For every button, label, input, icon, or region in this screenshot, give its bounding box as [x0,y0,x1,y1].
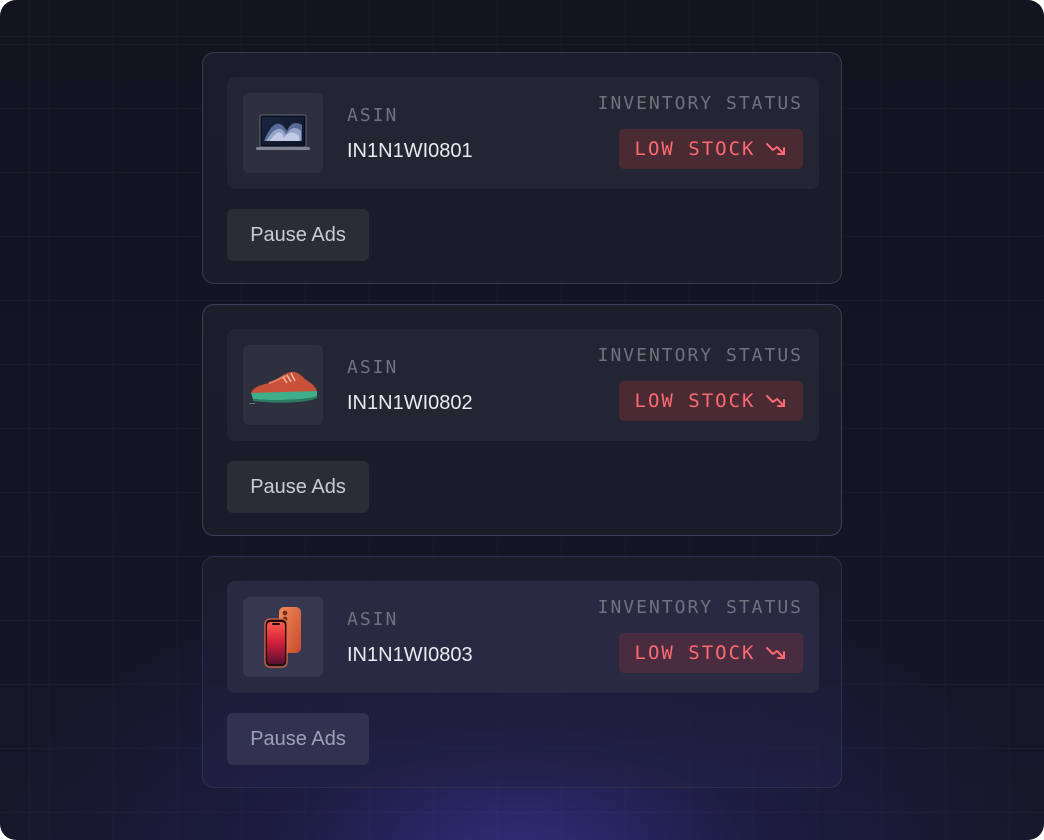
asin-label: ASIN [347,609,399,630]
app-frame: ASIN IN1N1WI0801 INVENTORY STATUS LOW ST… [0,0,1044,840]
laptop-icon [256,114,310,150]
product-info-panel: ASIN IN1N1WI0803 INVENTORY STATUS LOW ST… [227,581,819,693]
product-info-panel: ASIN IN1N1WI0801 INVENTORY STATUS LOW ST… [227,77,819,189]
status-text: LOW STOCK [634,390,756,412]
product-info-panel: ASIN IN1N1WI0802 INVENTORY STATUS LOW ST… [227,329,819,441]
inventory-status-label: INVENTORY STATUS [597,597,803,618]
inventory-status-label: INVENTORY STATUS [597,345,803,366]
asin-label: ASIN [347,105,399,126]
asin-value: IN1N1WI0801 [347,140,473,162]
pause-ads-button[interactable]: Pause Ads [227,713,369,765]
trending-down-icon [766,395,786,407]
trending-down-icon [766,143,786,155]
asin-value: IN1N1WI0803 [347,644,473,666]
low-stock-badge: LOW STOCK [619,129,803,169]
asin-label: ASIN [347,357,399,378]
product-card: ASIN IN1N1WI0803 INVENTORY STATUS LOW ST… [202,556,842,788]
smartphone-icon [264,607,301,668]
product-thumbnail [243,597,323,677]
trending-down-icon [766,647,786,659]
asin-value: IN1N1WI0802 [347,392,473,414]
product-thumbnail [243,345,323,425]
low-stock-badge: LOW STOCK [619,381,803,421]
status-text: LOW STOCK [634,642,756,664]
sneaker-icon [249,371,317,404]
product-card: ASIN IN1N1WI0802 INVENTORY STATUS LOW ST… [202,304,842,536]
product-card: ASIN IN1N1WI0801 INVENTORY STATUS LOW ST… [202,52,842,284]
low-stock-badge: LOW STOCK [619,633,803,673]
status-text: LOW STOCK [634,138,756,160]
inventory-status-label: INVENTORY STATUS [597,93,803,114]
pause-ads-button[interactable]: Pause Ads [227,461,369,513]
pause-ads-button[interactable]: Pause Ads [227,209,369,261]
product-thumbnail [243,93,323,173]
